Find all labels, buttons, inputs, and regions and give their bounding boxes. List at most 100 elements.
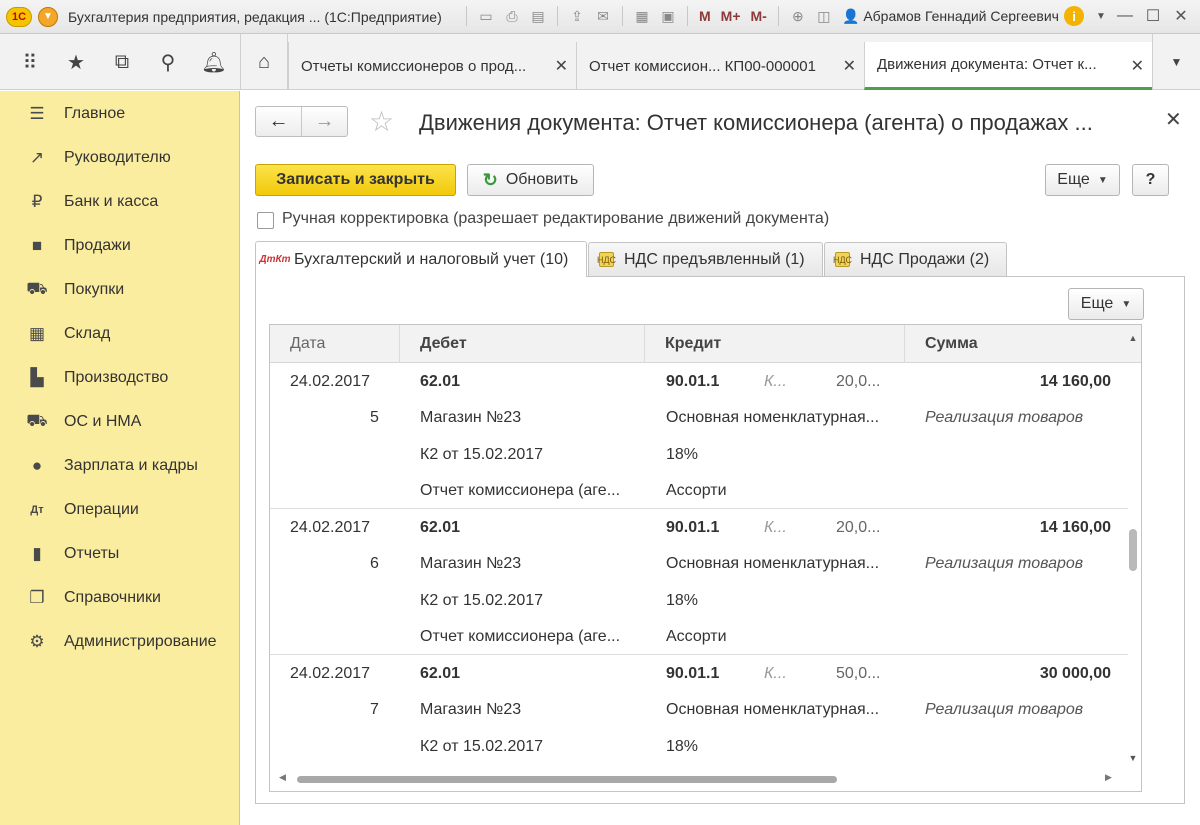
sidebar-item-administration[interactable]: ⚙ Администрирование bbox=[0, 626, 240, 658]
sidebar-item-manager[interactable]: ↗ Руководителю bbox=[0, 142, 240, 174]
table-more-button[interactable]: Еще ▼ bbox=[1068, 288, 1144, 320]
tab-vat-sales[interactable]: НДС НДС Продажи (2) bbox=[824, 242, 1007, 276]
info-icon[interactable]: i bbox=[1064, 6, 1084, 26]
sidebar-item-warehouse[interactable]: ▦ Склад bbox=[0, 318, 240, 350]
sidebar-item-reports[interactable]: ▮ Отчеты bbox=[0, 538, 240, 570]
preview-icon[interactable]: ▤ bbox=[527, 5, 549, 27]
sidebar-item-sales[interactable]: ■ Продажи bbox=[0, 230, 240, 262]
maximize-icon[interactable]: ☐ bbox=[1142, 5, 1164, 27]
tabs-more-icon[interactable]: ▼ bbox=[1152, 34, 1200, 90]
scroll-down-icon[interactable]: ▼ bbox=[1127, 753, 1139, 763]
favorites-icon[interactable]: ★ bbox=[62, 48, 90, 76]
calculator-icon[interactable]: ▦ bbox=[631, 5, 653, 27]
content-cell: Реализация товаров bbox=[925, 409, 1084, 426]
more-button[interactable]: Еще ▼ bbox=[1045, 164, 1120, 196]
sidebar-item-main[interactable]: ☰ Главное bbox=[0, 98, 240, 130]
debit-subconto-cell: Отчет комиссионера (аге... bbox=[420, 628, 621, 645]
close-tab-icon[interactable]: ✕ bbox=[843, 56, 856, 76]
all-functions-icon[interactable]: ⠿ bbox=[16, 48, 44, 76]
close-window-icon[interactable]: ✕ bbox=[1170, 5, 1192, 27]
upload-icon[interactable]: ⇪ bbox=[566, 5, 588, 27]
history-icon[interactable]: ⧉ bbox=[108, 48, 136, 76]
tab-label: Бухгалтерский и налоговый учет (10) bbox=[294, 250, 569, 268]
save-icon[interactable]: ▭ bbox=[475, 5, 497, 27]
sections-sidebar: ☰ Главное ↗ Руководителю ₽ Банк и касса … bbox=[0, 91, 240, 825]
tab-commission-report-doc[interactable]: Отчет комиссион... КП00-000001 ✕ bbox=[576, 42, 864, 90]
column-header-sum[interactable]: Сумма bbox=[905, 325, 1141, 363]
sidebar-item-salary[interactable]: ● Зарплата и кадры bbox=[0, 450, 240, 482]
debit-subconto-cell: Магазин №23 bbox=[420, 701, 522, 718]
close-tab-icon[interactable]: ✕ bbox=[1131, 56, 1144, 76]
sum-cell: 14 160,00 bbox=[1039, 373, 1111, 390]
tab-label: НДС предъявленный (1) bbox=[624, 250, 805, 268]
home-icon[interactable]: ⌂ bbox=[250, 48, 278, 76]
memory-plus-button[interactable]: M+ bbox=[718, 5, 744, 27]
factory-icon: ▙ bbox=[30, 368, 44, 387]
sidebar-item-catalogs[interactable]: ❐ Справочники bbox=[0, 582, 240, 614]
column-header-credit[interactable]: Кредит bbox=[645, 325, 905, 363]
refresh-button[interactable]: ↻ Обновить bbox=[467, 164, 594, 196]
sidebar-item-operations[interactable]: Дт Операции bbox=[0, 494, 240, 526]
help-button[interactable]: ? bbox=[1132, 164, 1169, 196]
debit-account-cell: 62.01 bbox=[420, 519, 461, 536]
memory-minus-button[interactable]: M- bbox=[748, 5, 770, 27]
memory-button[interactable]: M bbox=[696, 5, 714, 27]
credit-subconto-cell: 18% bbox=[666, 592, 699, 609]
panels-icon[interactable]: ◫ bbox=[813, 5, 835, 27]
back-icon[interactable]: ← bbox=[256, 107, 301, 136]
sidebar-item-purchases[interactable]: ⛟ Покупки bbox=[0, 274, 240, 306]
table-row[interactable]: 24.02.2017 5 62.01 Магазин №23 К2 от 15.… bbox=[270, 363, 1128, 509]
user-name[interactable]: 👤 Абрамов Геннадий Сергеевич bbox=[842, 8, 1059, 25]
tab-commission-reports[interactable]: Отчеты комиссионеров о прод... ✕ bbox=[288, 42, 576, 90]
movements-table[interactable]: Дата Дебет Кредит Сумма 24.02.2017 5 62.… bbox=[269, 324, 1142, 792]
sidebar-item-production[interactable]: ▙ Производство bbox=[0, 362, 240, 394]
scroll-up-icon[interactable]: ▲ bbox=[1127, 333, 1139, 343]
user-name-label: Абрамов Геннадий Сергеевич bbox=[863, 8, 1059, 24]
credit-account-cell: 90.01.1 bbox=[666, 373, 720, 390]
table-row[interactable]: 24.02.2017 7 62.01 Магазин №23 К2 от 15.… bbox=[270, 655, 1128, 791]
dropdown-icon[interactable]: ▼ bbox=[1090, 5, 1112, 27]
close-form-icon[interactable]: ✕ bbox=[1165, 107, 1182, 132]
debit-account-cell: 62.01 bbox=[420, 373, 461, 390]
zoom-icon[interactable]: ⊕ bbox=[787, 5, 809, 27]
sidebar-item-bank[interactable]: ₽ Банк и касса bbox=[0, 186, 240, 218]
tab-label: Отчет комиссион... КП00-000001 bbox=[589, 57, 816, 75]
main-menu-button[interactable]: ▼ bbox=[38, 6, 58, 27]
column-header-debit[interactable]: Дебет bbox=[400, 325, 645, 363]
credit-account-cell: 90.01.1 bbox=[666, 519, 720, 536]
sidebar-item-label: Операции bbox=[64, 501, 139, 518]
chevron-down-icon: ▼ bbox=[1097, 174, 1108, 186]
forward-icon[interactable]: → bbox=[301, 107, 347, 136]
column-header-date[interactable]: Дата bbox=[270, 325, 400, 363]
scroll-right-icon[interactable]: ▶ bbox=[1105, 772, 1112, 783]
credit-subconto-cell: 18% bbox=[666, 446, 699, 463]
debit-subconto-cell: Магазин №23 bbox=[420, 409, 522, 426]
table-row[interactable]: 24.02.2017 6 62.01 Магазин №23 К2 от 15.… bbox=[270, 509, 1128, 655]
scroll-left-icon[interactable]: ◀ bbox=[279, 772, 286, 783]
debit-subconto-cell: К2 от 15.02.2017 bbox=[420, 738, 544, 755]
vertical-scrollbar[interactable]: ▲ ▼ bbox=[1127, 333, 1139, 771]
tab-label: Отчеты комиссионеров о прод... bbox=[301, 57, 527, 75]
credit-account-cell: 90.01.1 bbox=[666, 665, 720, 682]
scroll-thumb[interactable] bbox=[1129, 529, 1137, 571]
minimize-icon[interactable]: — bbox=[1114, 5, 1136, 27]
scroll-thumb[interactable] bbox=[297, 776, 837, 783]
credit-subconto-cell: Ассорти bbox=[666, 628, 727, 645]
credit-subconto-cell: Ассорти bbox=[666, 482, 727, 499]
search-icon[interactable]: ⚲ bbox=[154, 48, 182, 76]
close-tab-icon[interactable]: ✕ bbox=[555, 56, 568, 76]
favorite-star-icon[interactable]: ☆ bbox=[369, 105, 394, 138]
notifications-icon[interactable]: 🔔︎ bbox=[200, 48, 228, 76]
debit-subconto-cell: Магазин №23 bbox=[420, 555, 522, 572]
mail-icon[interactable]: ✉ bbox=[592, 5, 614, 27]
print-icon[interactable]: ⎙ bbox=[501, 5, 523, 27]
tab-accounting[interactable]: ДтКт Бухгалтерский и налоговый учет (10) bbox=[255, 241, 587, 277]
tab-document-movements[interactable]: Движения документа: Отчет к... ✕ bbox=[864, 42, 1152, 90]
sidebar-item-fixed-assets[interactable]: ⛟ ОС и НМА bbox=[0, 406, 240, 438]
save-and-close-button[interactable]: Записать и закрыть bbox=[255, 164, 456, 196]
calendar-icon[interactable]: ▣ bbox=[657, 5, 679, 27]
manual-correction-checkbox[interactable] bbox=[257, 212, 274, 229]
separator bbox=[622, 6, 623, 26]
tab-vat-presented[interactable]: НДС НДС предъявленный (1) bbox=[588, 242, 823, 276]
horizontal-scrollbar[interactable]: ◀ ▶ bbox=[279, 772, 1119, 785]
